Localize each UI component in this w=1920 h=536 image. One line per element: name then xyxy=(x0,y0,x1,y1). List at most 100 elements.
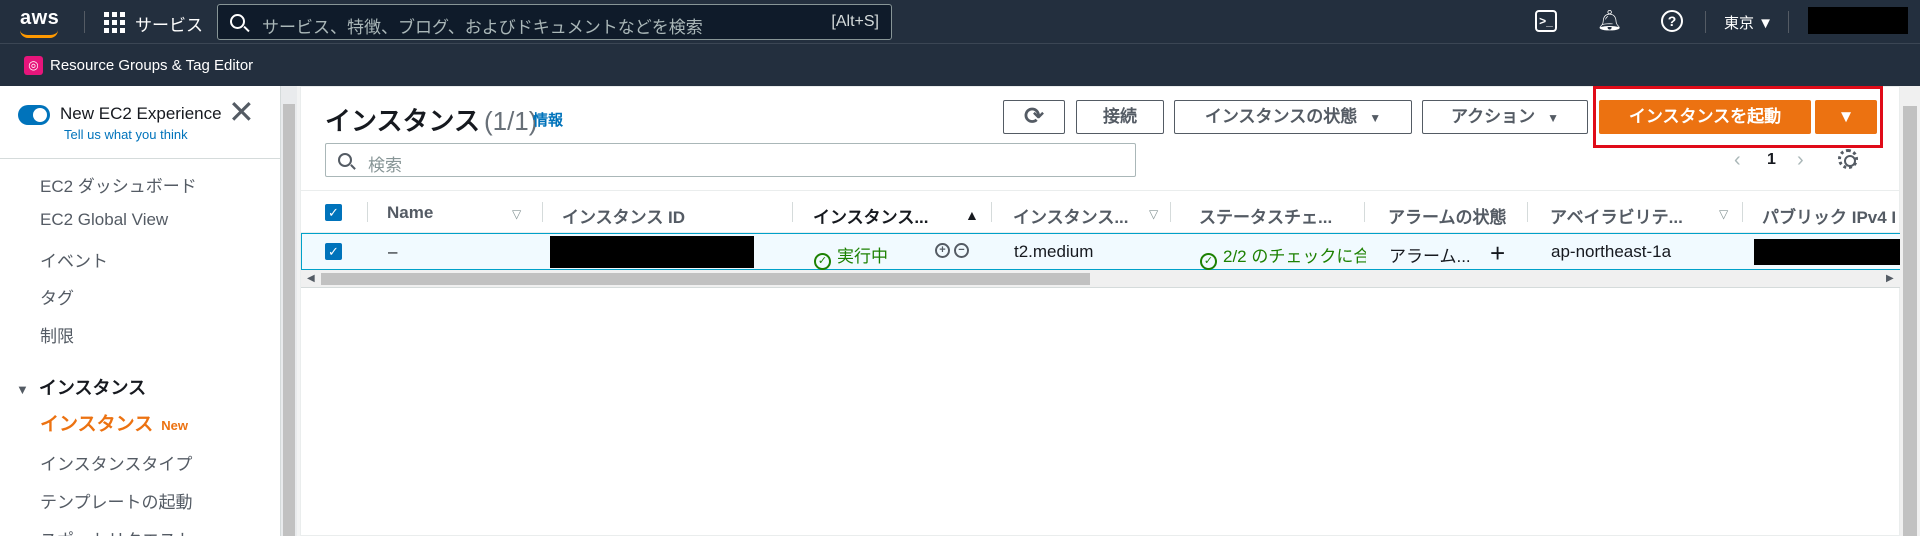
column-header-availability-zone[interactable]: アベイラビリテ... ▽ xyxy=(1550,203,1728,228)
row-checkbox[interactable]: ✓ xyxy=(325,243,342,260)
info-link[interactable]: 情報 xyxy=(533,109,563,130)
table-horizontal-scrollbar[interactable]: ◀ ▶ xyxy=(301,270,1901,288)
top-navigation: aws サービス サービス、特徴、ブログ、およびドキュメントなどを検索 [Alt… xyxy=(0,0,1920,43)
sidebar-item-launch-templates[interactable]: テンプレートの起動 xyxy=(40,488,193,513)
filter-input[interactable]: 検索 xyxy=(325,143,1136,177)
caret-down-icon: ▼ xyxy=(1369,111,1382,125)
sort-ascending-icon: ▲ xyxy=(965,207,979,223)
state-label: 実行中 xyxy=(837,247,888,266)
add-alarm-icon[interactable]: + xyxy=(1490,238,1505,269)
new-experience-toggle[interactable] xyxy=(18,105,50,125)
table-header: ✓ Name ▽ インスタンス ID インスタンス... ▲ インスタンス... ▽ … xyxy=(301,190,1901,233)
sidebar-item-label: インスタンス xyxy=(40,414,154,435)
bell-icon[interactable]: 🔔︎ xyxy=(1597,10,1622,32)
caret-down-icon: ▼ xyxy=(1837,107,1855,126)
actions-button[interactable]: アクション ▼ xyxy=(1422,100,1588,134)
section-label: インスタンス xyxy=(38,378,147,398)
launch-instances-button[interactable]: インスタンスを起動 xyxy=(1599,100,1811,134)
connect-button[interactable]: 接続 xyxy=(1076,100,1164,134)
zoom-in-icon[interactable]: + xyxy=(935,243,950,258)
sidebar-item-global-view[interactable]: EC2 Global View xyxy=(40,210,168,230)
refresh-button[interactable]: ⟳ xyxy=(1003,100,1065,134)
sidebar-item-events[interactable]: イベント xyxy=(40,247,108,272)
services-menu[interactable]: サービス xyxy=(135,11,203,36)
scrollbar-thumb[interactable] xyxy=(321,273,1090,285)
close-icon[interactable]: ✕ xyxy=(228,96,255,128)
column-header-alarm-status[interactable]: アラームの状態 xyxy=(1388,203,1507,228)
column-header-instance-id[interactable]: インスタンス ID xyxy=(562,203,685,228)
search-icon xyxy=(230,14,245,29)
current-page[interactable]: 1 xyxy=(1767,151,1776,169)
caret-down-icon: ▼ xyxy=(16,382,29,397)
divider xyxy=(367,202,368,222)
zoom-out-icon[interactable]: − xyxy=(954,243,969,258)
instances-panel: インスタンス (1/1) 情報 ⟳ 接続 インスタンスの状態 ▼ アクション ▼ イン… xyxy=(300,86,1902,536)
resource-groups-link[interactable]: Resource Groups & Tag Editor xyxy=(50,57,253,74)
caret-down-icon: ▼ xyxy=(1547,111,1560,125)
divider xyxy=(1705,11,1706,33)
search-shortcut: [Alt+S] xyxy=(831,13,879,30)
scrollbar-thumb[interactable] xyxy=(283,104,295,536)
divider xyxy=(1364,202,1365,222)
scroll-left-icon[interactable]: ◀ xyxy=(307,270,315,288)
new-badge: New xyxy=(161,418,188,433)
divider xyxy=(792,202,793,222)
region-selector[interactable]: 東京 ▼ xyxy=(1724,12,1773,33)
cloudshell-icon[interactable]: >_ xyxy=(1535,10,1557,32)
check-circle-icon: ✓ xyxy=(1200,253,1217,270)
sidebar-item-limits[interactable]: 制限 xyxy=(40,322,74,347)
button-label: アクション xyxy=(1450,107,1536,126)
divider xyxy=(1742,202,1743,222)
scrollbar-thumb[interactable] xyxy=(1903,106,1917,536)
help-icon[interactable]: ? xyxy=(1661,10,1683,32)
aws-logo[interactable]: aws xyxy=(20,7,59,38)
button-label: インスタンスの状態 xyxy=(1204,107,1358,126)
sidebar-scrollbar[interactable] xyxy=(280,86,297,536)
title-text: インスタンス xyxy=(325,106,480,136)
next-page-button[interactable]: › xyxy=(1797,149,1804,172)
sidebar-item-tags[interactable]: タグ xyxy=(40,284,74,309)
column-label: アベイラビリテ... xyxy=(1550,208,1683,227)
sidebar-item-spot-requests[interactable]: スポットリクエスト xyxy=(40,526,193,536)
gear-icon[interactable] xyxy=(1838,149,1858,169)
cell-name: – xyxy=(388,242,398,261)
column-label: インスタンス... xyxy=(1013,208,1129,227)
sidebar-item-instances[interactable]: インスタンス New xyxy=(40,409,188,436)
status-check-label: 2/2 のチェックに合 xyxy=(1223,247,1366,266)
sidebar-item-dashboard[interactable]: EC2 ダッシュボード xyxy=(40,172,197,197)
grid-icon[interactable] xyxy=(104,12,125,33)
launch-dropdown-button[interactable]: ▼ xyxy=(1815,100,1877,134)
column-header-instance-state[interactable]: インスタンス... ▲ xyxy=(813,203,979,228)
divider xyxy=(542,202,543,222)
table-row[interactable]: ✓ – ✓ 実行中 + − t2.medium ✓ 2/2 のチェックに合 アラーム… xyxy=(301,233,1902,270)
sort-icon: ▽ xyxy=(512,207,522,221)
account-menu[interactable] xyxy=(1808,7,1908,34)
cell-instance-type: t2.medium xyxy=(1014,242,1094,261)
divider xyxy=(1788,11,1789,33)
logo-smile xyxy=(20,30,58,38)
column-header-instance-type[interactable]: インスタンス... ▽ xyxy=(1013,203,1158,228)
column-header-status-check[interactable]: ステータスチェ... xyxy=(1199,203,1332,228)
scroll-right-icon[interactable]: ▶ xyxy=(1886,270,1894,288)
favorites-bar: ◎ Resource Groups & Tag Editor xyxy=(0,43,1920,86)
instance-state-button[interactable]: インスタンスの状態 ▼ xyxy=(1174,100,1412,134)
column-label: Name xyxy=(387,203,434,222)
divider xyxy=(0,158,280,159)
select-all-checkbox[interactable]: ✓ xyxy=(325,204,342,221)
sidebar-section-instances[interactable]: ▼ インスタンス xyxy=(16,374,146,400)
feedback-link[interactable]: Tell us what you think xyxy=(64,127,188,142)
cell-status-check: ✓ 2/2 のチェックに合 xyxy=(1200,242,1366,270)
sidebar: New EC2 Experience Tell us what you thin… xyxy=(0,86,280,536)
previous-page-button[interactable]: ‹ xyxy=(1734,149,1741,172)
global-search-input[interactable]: サービス、特徴、ブログ、およびドキュメントなどを検索 [Alt+S] xyxy=(217,4,892,40)
filter-placeholder: 検索 xyxy=(368,156,402,175)
sidebar-item-instance-types[interactable]: インスタンスタイプ xyxy=(40,450,192,475)
redacted-public-ip xyxy=(1754,239,1902,265)
divider xyxy=(1170,202,1171,222)
column-header-public-ipv4[interactable]: パブリック IPv4 I xyxy=(1762,203,1896,228)
divider xyxy=(991,202,992,222)
main-scrollbar[interactable] xyxy=(1900,86,1920,536)
search-placeholder: サービス、特徴、ブログ、およびドキュメントなどを検索 xyxy=(262,18,703,37)
column-header-name[interactable]: Name ▽ xyxy=(387,203,521,223)
cell-alarm-status: アラーム... xyxy=(1389,247,1471,266)
